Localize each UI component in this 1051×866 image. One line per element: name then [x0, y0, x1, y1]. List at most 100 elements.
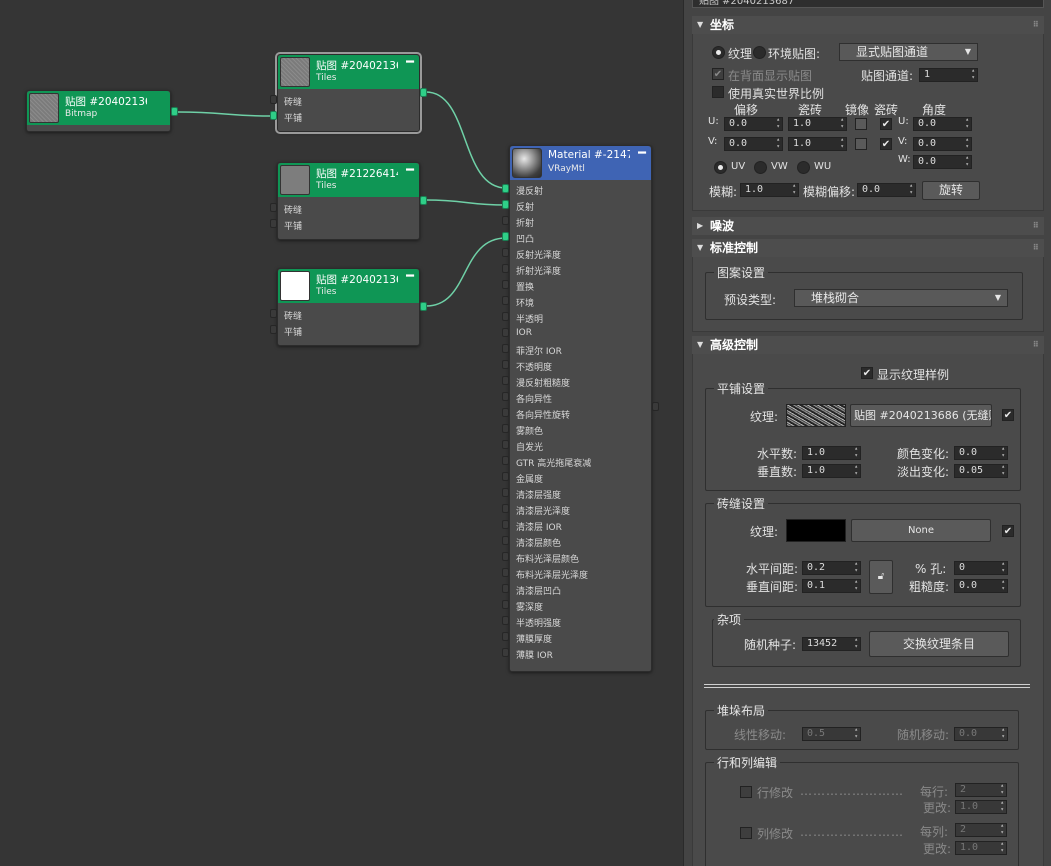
- node-editor-canvas[interactable]: 贴图 #2040213686 Bitmap 贴图 #20402136... Ti…: [0, 0, 680, 866]
- swap-texture-entries-button[interactable]: 交换纹理条目: [869, 631, 1009, 657]
- input-socket[interactable]: [502, 232, 509, 241]
- horizontal-gap-spinner[interactable]: 0.2: [802, 561, 861, 575]
- input-socket[interactable]: [502, 552, 509, 561]
- fade-variance-spinner[interactable]: 0.05: [954, 464, 1008, 478]
- input-socket[interactable]: [502, 248, 509, 257]
- vertical-count-spinner[interactable]: 1.0: [802, 464, 861, 478]
- input-socket[interactable]: [502, 440, 509, 449]
- input-socket[interactable]: [502, 584, 509, 593]
- input-socket[interactable]: [502, 568, 509, 577]
- random-shift-spinner[interactable]: 0.0: [954, 727, 1008, 741]
- input-socket[interactable]: [502, 344, 509, 353]
- input-socket[interactable]: [502, 376, 509, 385]
- input-socket[interactable]: [502, 456, 509, 465]
- drag-grip-icon[interactable]: ⠿: [1033, 239, 1039, 257]
- input-socket[interactable]: [502, 600, 509, 609]
- node-bitmap[interactable]: 贴图 #2040213686 Bitmap: [26, 90, 178, 132]
- w-angle-spinner[interactable]: 0.0: [913, 155, 972, 169]
- input-socket[interactable]: [502, 184, 509, 193]
- input-socket[interactable]: [502, 504, 509, 513]
- env-map-radio[interactable]: [753, 46, 766, 59]
- every-column-spinner[interactable]: 2: [955, 823, 1007, 837]
- input-socket-tiles[interactable]: [270, 111, 277, 120]
- input-socket-grout[interactable]: [270, 95, 277, 104]
- map-channel-spinner[interactable]: 1: [919, 68, 978, 82]
- input-socket-grout[interactable]: [270, 309, 277, 318]
- input-socket[interactable]: [502, 280, 509, 289]
- tiles-texture-swatch[interactable]: [786, 404, 846, 427]
- advanced-control-rollout-header[interactable]: ▼ 高级控制 ⠿: [692, 336, 1044, 354]
- input-socket[interactable]: [502, 296, 509, 305]
- node-tiles-1[interactable]: 贴图 #20402136... Tiles ━ 砖缝 平铺: [270, 52, 427, 134]
- tiles-texture-enable-checkbox[interactable]: ✔: [1002, 409, 1014, 421]
- input-socket[interactable]: [502, 520, 509, 529]
- input-socket[interactable]: [502, 264, 509, 273]
- blur-spinner[interactable]: 1.0: [740, 183, 799, 197]
- map-name-field[interactable]: 贴图 #2040213687: [692, 0, 1044, 8]
- output-socket[interactable]: [420, 196, 427, 205]
- output-socket[interactable]: [420, 88, 427, 97]
- real-world-scale-checkbox[interactable]: [712, 86, 724, 98]
- input-socket[interactable]: [502, 312, 509, 321]
- standard-control-rollout-header[interactable]: ▼ 标准控制 ⠿: [692, 239, 1044, 257]
- drag-grip-icon[interactable]: ⠿: [1033, 217, 1039, 235]
- u-offset-spinner[interactable]: 0.0: [724, 117, 783, 131]
- input-socket[interactable]: [502, 648, 509, 657]
- input-socket[interactable]: [502, 536, 509, 545]
- input-socket[interactable]: [502, 616, 509, 625]
- v-offset-spinner[interactable]: 0.0: [724, 137, 783, 151]
- column-modify-checkbox[interactable]: [740, 827, 752, 839]
- minimize-icon[interactable]: ━: [406, 55, 414, 70]
- uv-radio[interactable]: [714, 161, 727, 174]
- holes-spinner[interactable]: 0: [954, 561, 1008, 575]
- input-socket[interactable]: [502, 632, 509, 641]
- u-tile-checkbox[interactable]: ✔: [880, 118, 892, 130]
- random-seed-spinner[interactable]: 13452: [802, 637, 861, 651]
- input-socket-tiles[interactable]: [270, 219, 277, 228]
- grout-texture-enable-checkbox[interactable]: ✔: [1002, 525, 1014, 537]
- texture-radio[interactable]: [712, 46, 725, 59]
- u-angle-spinner[interactable]: 0.0: [913, 117, 972, 131]
- drag-grip-icon[interactable]: ⠿: [1033, 336, 1039, 354]
- node-tiles-2[interactable]: 贴图 #2122641469 Tiles ━ 砖缝 平铺: [270, 162, 427, 240]
- rotate-button[interactable]: 旋转: [922, 181, 980, 200]
- show-texture-swatches-checkbox[interactable]: ✔: [861, 367, 873, 379]
- node-vray-material[interactable]: Material #-2147... VRayMtl ━ 漫反射反射折射凹凸反射…: [502, 145, 659, 672]
- column-change-spinner[interactable]: 1.0: [955, 841, 1007, 855]
- roughness-spinner[interactable]: 0.0: [954, 579, 1008, 593]
- tiles-texture-map-button[interactable]: 贴图 #2040213686 (无缝贴: [850, 404, 992, 427]
- input-socket-grout[interactable]: [270, 203, 277, 212]
- output-socket[interactable]: [171, 107, 178, 116]
- input-socket[interactable]: [502, 472, 509, 481]
- grout-texture-map-button[interactable]: None: [851, 519, 991, 542]
- input-socket-tiles[interactable]: [270, 325, 277, 334]
- row-modify-checkbox[interactable]: [740, 786, 752, 798]
- noise-rollout-header[interactable]: ▶ 噪波 ⠿: [692, 217, 1044, 235]
- vertical-gap-spinner[interactable]: 0.1: [802, 579, 861, 593]
- v-tiling-spinner[interactable]: 1.0: [788, 137, 847, 151]
- minimize-icon[interactable]: ━: [638, 146, 646, 161]
- horizontal-count-spinner[interactable]: 1.0: [802, 446, 861, 460]
- preset-type-dropdown[interactable]: 堆栈砌合 ▼: [794, 289, 1008, 307]
- output-socket[interactable]: [420, 302, 427, 311]
- v-tile-checkbox[interactable]: ✔: [880, 138, 892, 150]
- v-mirror-checkbox[interactable]: [855, 138, 867, 150]
- wu-radio[interactable]: [797, 161, 810, 174]
- input-socket[interactable]: [502, 200, 509, 209]
- minimize-icon[interactable]: ━: [406, 269, 414, 284]
- grout-color-swatch[interactable]: [786, 519, 846, 542]
- blur-offset-spinner[interactable]: 0.0: [857, 183, 916, 197]
- v-angle-spinner[interactable]: 0.0: [913, 137, 972, 151]
- node-tiles-3[interactable]: 贴图 #20402136... Tiles ━ 砖缝 平铺: [270, 268, 427, 346]
- color-variance-spinner[interactable]: 0.0: [954, 446, 1008, 460]
- every-row-spinner[interactable]: 2: [955, 783, 1007, 797]
- input-socket[interactable]: [502, 328, 509, 337]
- u-tiling-spinner[interactable]: 1.0: [788, 117, 847, 131]
- mapping-dropdown[interactable]: 显式贴图通道 ▼: [839, 43, 978, 61]
- input-socket[interactable]: [502, 488, 509, 497]
- line-shift-spinner[interactable]: 0.5: [802, 727, 861, 741]
- vw-radio[interactable]: [754, 161, 767, 174]
- lock-gap-button[interactable]: 🔓︎: [869, 560, 893, 594]
- minimize-icon[interactable]: ━: [406, 163, 414, 178]
- drag-grip-icon[interactable]: ⠿: [1033, 16, 1039, 34]
